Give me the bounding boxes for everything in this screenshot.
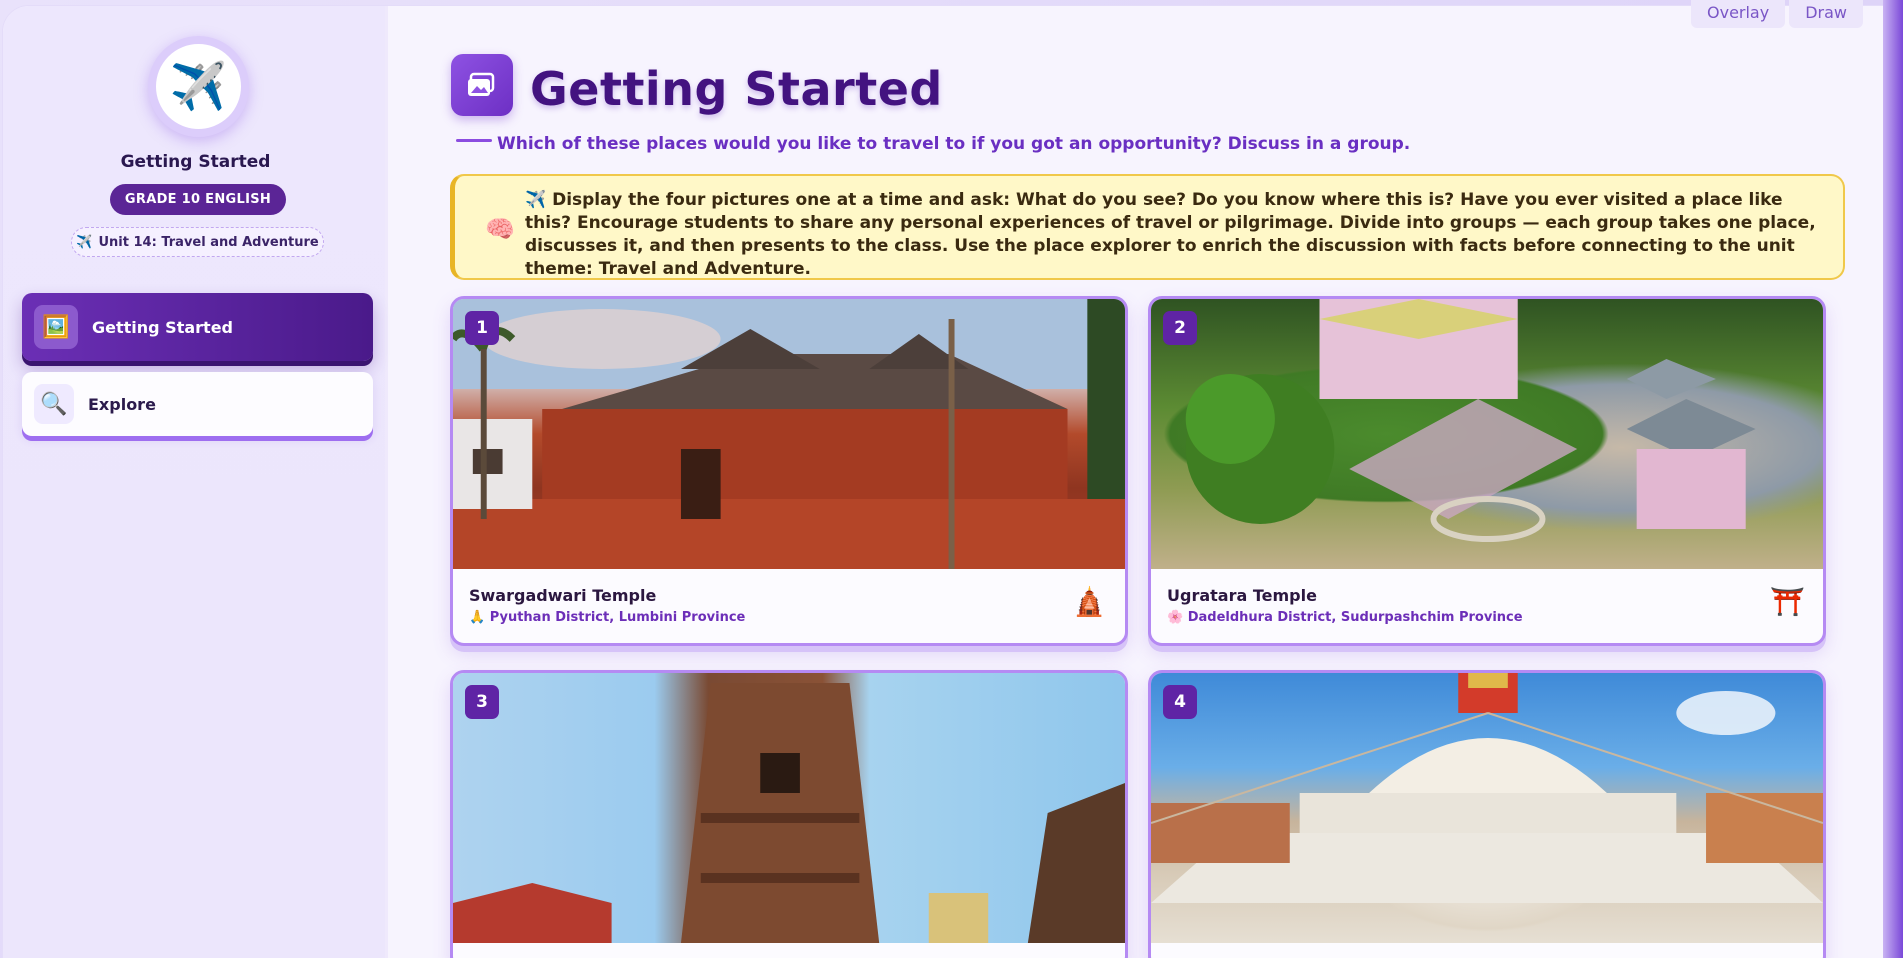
brain-icon: 🧠: [485, 215, 515, 243]
magnifier-icon: 🔍: [34, 384, 74, 424]
nav-item-label: Getting Started: [92, 317, 233, 337]
sidebar: ✈️ Getting Started GRADE 10 ENGLISH ✈️ U…: [3, 6, 388, 958]
gallery-icon: [451, 54, 513, 116]
temple-aerial-photo: [1151, 299, 1823, 569]
page-title: Getting Started: [530, 62, 943, 116]
card-number-badge: 1: [465, 311, 499, 345]
main-content: Getting Started Which of these places wo…: [388, 6, 1883, 958]
nav-item-getting-started[interactable]: 🖼️ Getting Started: [22, 293, 373, 361]
place-card-3[interactable]: 3: [450, 670, 1128, 958]
teacher-note: 🧠 ✈️ Display the four pictures one at a …: [450, 174, 1845, 280]
place-card-4[interactable]: 4: [1148, 670, 1826, 958]
subtitle-accent-line: [456, 139, 492, 142]
place-card-2[interactable]: 2 Ugratara Temple 🌸 Dadeldhura District,…: [1148, 296, 1826, 646]
top-toolbar: Overlay Draw: [1691, 0, 1863, 28]
temple-photo: [453, 299, 1125, 569]
picture-icon: 🖼️: [34, 305, 78, 349]
grade-badge: GRADE 10 ENGLISH: [110, 184, 286, 215]
card-number-badge: 3: [465, 685, 499, 719]
torii-gate-icon: ⛩️: [1770, 585, 1805, 618]
stupa-photo: [1151, 673, 1823, 943]
praying-hands-icon: 🙏: [469, 610, 486, 625]
card-location-text: Pyuthan District, Lumbini Province: [489, 610, 746, 625]
draw-button[interactable]: Draw: [1789, 0, 1863, 28]
flower-icon: 🌸: [1167, 610, 1184, 625]
card-location: 🙏 Pyuthan District, Lumbini Province: [469, 610, 745, 625]
sidebar-title: Getting Started: [120, 152, 271, 172]
airplane-icon: ✈️: [76, 234, 93, 250]
card-location: 🌸 Dadeldhura District, Sudurpashchim Pro…: [1167, 610, 1523, 625]
card-location-text: Dadeldhura District, Sudurpashchim Provi…: [1187, 610, 1523, 625]
page-subtitle: Which of these places would you like to …: [497, 134, 1411, 154]
scrollbar[interactable]: [1883, 0, 1903, 958]
card-title: Ugratara Temple: [1167, 586, 1317, 605]
card-title: Swargadwari Temple: [469, 586, 657, 605]
nav-item-label: Explore: [88, 394, 156, 414]
tower-temple-photo: [453, 673, 1125, 943]
card-number-badge: 2: [1163, 311, 1197, 345]
hindu-temple-icon: 🛕: [1072, 585, 1107, 618]
app-frame: ✈️ Getting Started GRADE 10 ENGLISH ✈️ U…: [3, 6, 1883, 958]
unit-chip: ✈️ Unit 14: Travel and Adventure: [71, 227, 324, 257]
place-card-1[interactable]: 1 Swargadwari Temple 🙏 Pyuthan District,…: [450, 296, 1128, 646]
nav-item-explore[interactable]: 🔍 Explore: [22, 372, 373, 436]
teacher-note-text: ✈️ Display the four pictures one at a ti…: [525, 190, 1816, 279]
airplane-avatar-icon: ✈️: [148, 36, 249, 137]
card-number-badge: 4: [1163, 685, 1197, 719]
unit-label: Unit 14: Travel and Adventure: [98, 234, 319, 250]
overlay-button[interactable]: Overlay: [1691, 0, 1786, 28]
